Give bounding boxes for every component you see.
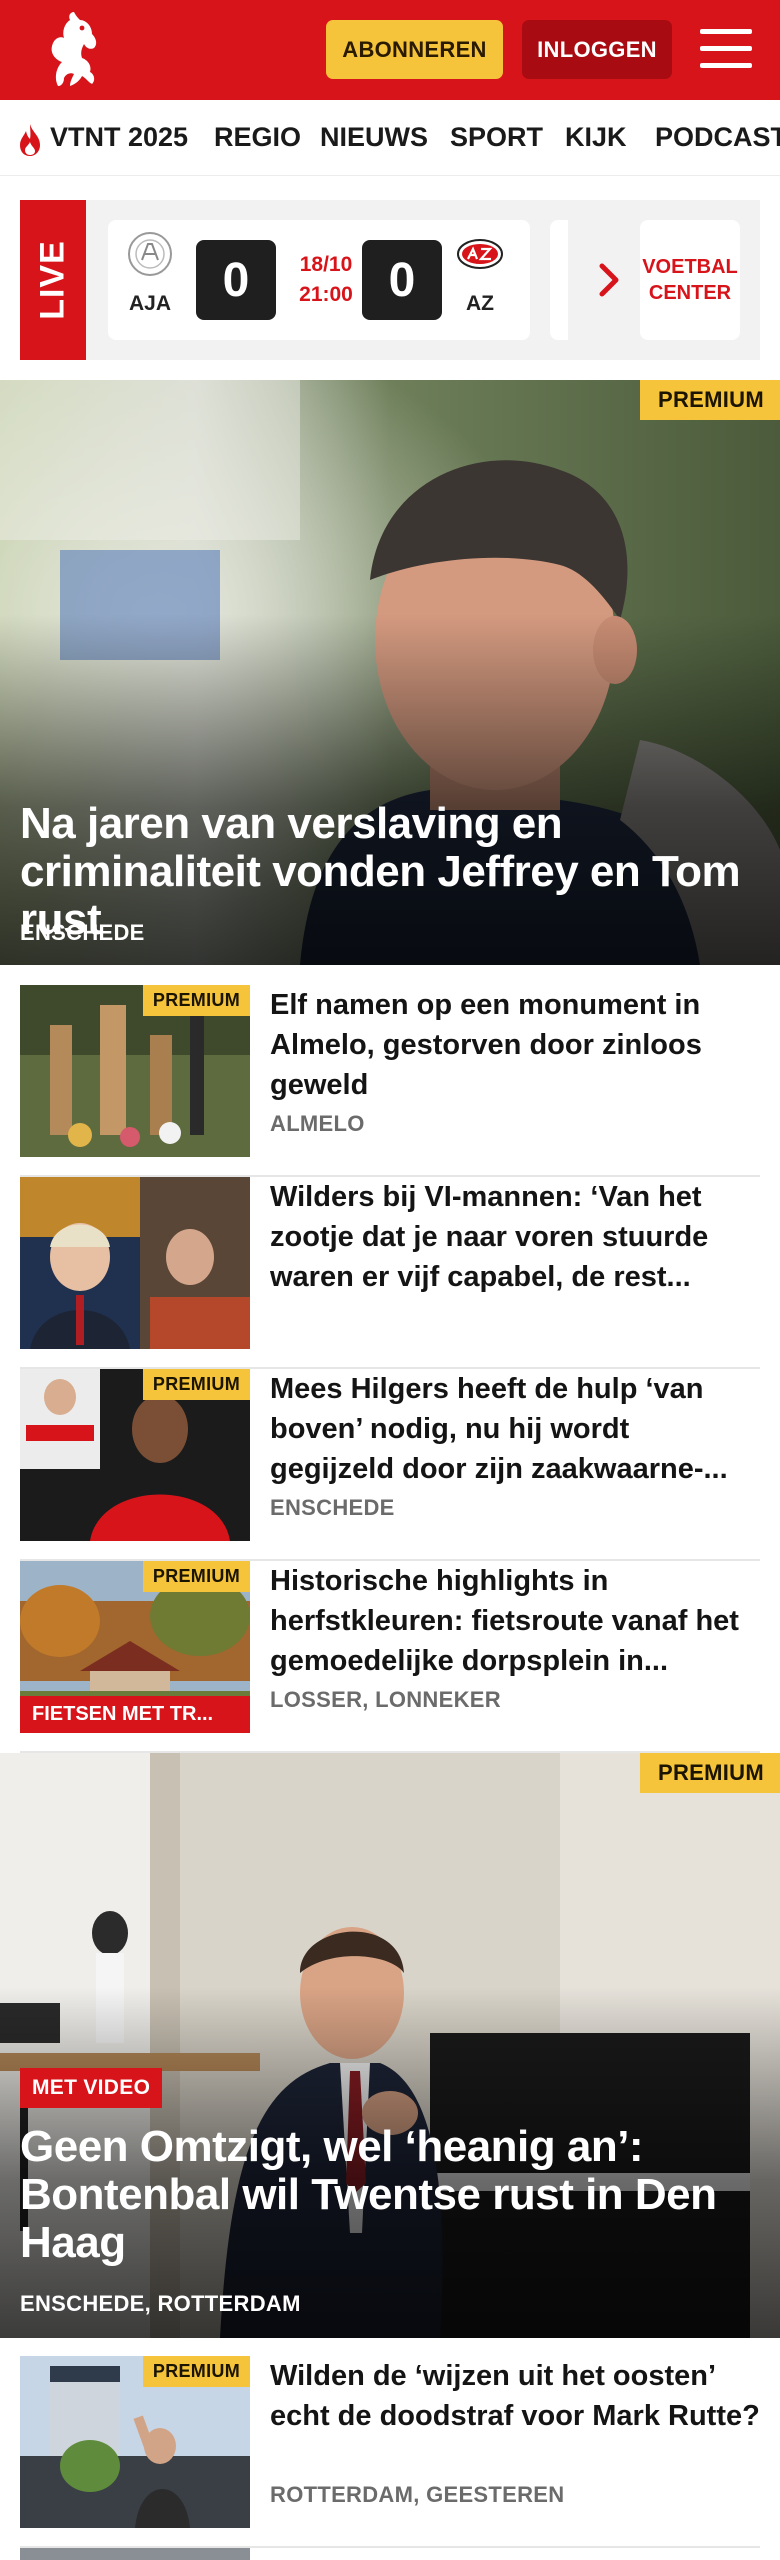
nav-item-nieuws[interactable]: NIEUWS <box>320 122 428 153</box>
hero-title[interactable]: Geen Omtzigt, wel ‘heanig an’: Bontenbal… <box>20 2123 760 2267</box>
list-item[interactable]: PREMIUM Elf namen op een monument in Alm… <box>20 985 760 1177</box>
ajax-crest-icon <box>128 232 172 276</box>
hero-location: ENSCHEDE <box>20 920 145 945</box>
away-score: 0 <box>362 240 442 320</box>
home-score: 0 <box>196 240 276 320</box>
article-thumbnail: PREMIUM <box>20 985 250 1157</box>
premium-badge: PREMIUM <box>142 985 250 1016</box>
list-item[interactable]: PREMIUM FIETSEN MET TR... Historische hi… <box>20 1561 760 1753</box>
article-location: ALMELO <box>270 1111 365 1136</box>
premium-badge: PREMIUM <box>142 2356 250 2387</box>
live-badge: LIVE <box>20 200 86 360</box>
category-tag: FIETSEN MET TR... <box>20 1696 250 1733</box>
nav-item-sport[interactable]: SPORT <box>450 122 543 153</box>
live-scores-strip: LIVE AJA 0 18/10 21:00 0 AZ VOETBAL CENT… <box>20 200 760 360</box>
premium-badge: PREMIUM <box>640 1753 780 1793</box>
article-title[interactable]: Elf namen op een monument in Almelo, ges… <box>270 985 760 1105</box>
wilders-photo <box>20 1177 250 1349</box>
football-center-button[interactable]: VOETBAL CENTER <box>640 220 740 340</box>
article-thumbnail: PREMIUM <box>20 2356 250 2528</box>
menu-icon[interactable] <box>700 25 752 73</box>
video-tag: MET VIDEO <box>20 2068 163 2108</box>
nav-item-regio[interactable]: REGIO <box>214 122 301 153</box>
home-team-name: AJA <box>128 292 171 315</box>
premium-badge: PREMIUM <box>142 1369 250 1400</box>
hero-article[interactable]: PREMIUM Na jaren van verslaving en crimi… <box>0 380 780 965</box>
article-thumbnail: PREMIUM <box>20 1369 250 1541</box>
match-card[interactable]: AJA 0 18/10 21:00 0 AZ <box>108 220 530 340</box>
list-item[interactable]: PREMIUM Wilden de ‘wijzen uit het oosten… <box>20 2356 760 2548</box>
nav-item-kijk[interactable]: KIJK <box>565 122 627 153</box>
next-match-card[interactable] <box>550 220 568 340</box>
away-team-name: AZ <box>466 292 494 315</box>
nav-item-vtnt[interactable]: VTNT 2025 <box>50 122 188 153</box>
chevron-right-icon[interactable] <box>594 262 624 298</box>
article-thumbnail <box>20 1177 250 1349</box>
list-item[interactable]: Wilders bij VI-mannen: ‘Van het zootje d… <box>20 1177 760 1369</box>
article-location: ROTTERDAM, GEESTEREN <box>270 2482 565 2507</box>
login-button[interactable]: INLOGGEN <box>522 20 672 79</box>
hero-article-2[interactable]: PREMIUM MET VIDEO Geen Omtzigt, wel ‘hea… <box>0 1753 780 2338</box>
article-title[interactable]: Historische highlights in herfstkleuren:… <box>270 1561 760 1681</box>
article-title[interactable]: Wilden de ‘wijzen uit het oosten’ echt d… <box>270 2356 760 2436</box>
article-title[interactable]: Wilders bij VI-mannen: ‘Van het zootje d… <box>270 1177 760 1297</box>
article-location: LOSSER, LONNEKER <box>270 1687 501 1712</box>
match-datetime: 18/10 21:00 <box>299 253 353 306</box>
tubantia-horse-logo[interactable] <box>36 8 106 92</box>
list-item[interactable] <box>20 2548 760 2560</box>
hero-location: ENSCHEDE, ROTTERDAM <box>20 2291 301 2316</box>
premium-badge: PREMIUM <box>640 380 780 420</box>
premium-badge: PREMIUM <box>142 1561 250 1592</box>
list-item[interactable]: PREMIUM Mees Hilgers heeft de hulp ‘van … <box>20 1369 760 1561</box>
article-location: ENSCHEDE <box>270 1495 395 1520</box>
main-nav: VTNT 2025 REGIO NIEUWS SPORT KIJK PODCAS… <box>0 100 780 176</box>
subscribe-button[interactable]: ABONNEREN <box>326 20 503 79</box>
article-thumbnail: PREMIUM FIETSEN MET TR... <box>20 1561 250 1733</box>
article-title[interactable]: Mees Hilgers heeft de hulp ‘van boven’ n… <box>270 1369 760 1489</box>
az-crest-icon <box>457 239 503 269</box>
site-header: ABONNEREN INLOGGEN <box>0 0 780 100</box>
article-thumbnail <box>20 2548 250 2560</box>
nav-item-podcast[interactable]: PODCAST <box>655 122 780 153</box>
flame-icon <box>20 124 40 156</box>
